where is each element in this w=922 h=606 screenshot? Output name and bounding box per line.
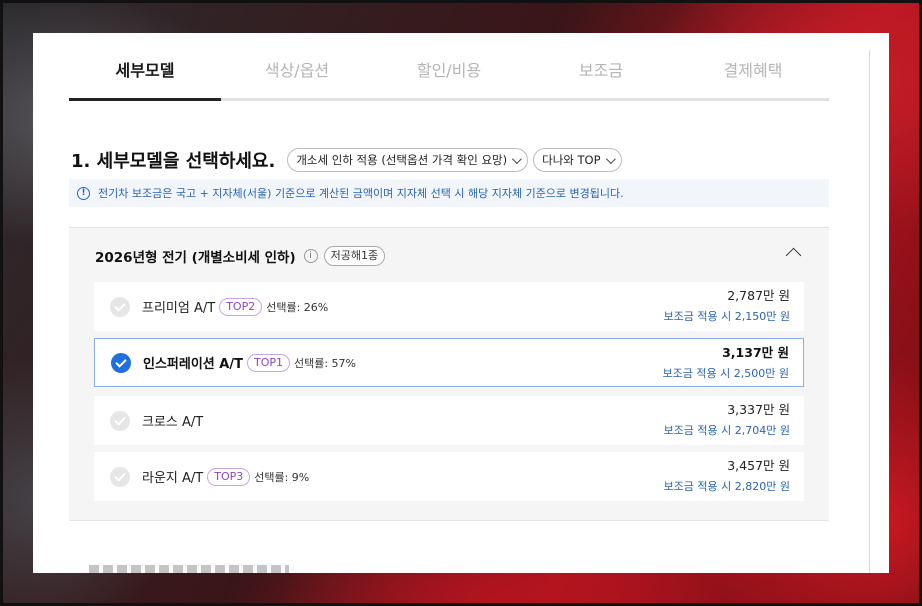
emission-tag: 저공해1종 [323, 246, 386, 266]
tax-filter-dropdown[interactable]: 개소세 인하 적용 (선택옵션 가격 확인 요망) [287, 148, 529, 172]
model-price: 2,787만 원 [727, 288, 790, 303]
tab-subsidy[interactable]: 보조금 [525, 53, 677, 98]
sort-dropdown[interactable]: 다나와 TOP [533, 148, 622, 172]
subsidy-price: 보조금 적용 시 2,150만 원 [663, 310, 790, 323]
model-price: 3,337만 원 [727, 402, 790, 417]
group-header: 2026년형 전기 (개별소비세 인하) i 저공해1종 [95, 244, 386, 268]
model-name: 크로스 A/T [142, 415, 204, 430]
step-tabs: 세부모델 색상/옵션 할인/비용 보조금 결제혜택 [69, 53, 829, 101]
rank-badge: TOP3 [207, 467, 251, 486]
model-card-inspiration[interactable]: 인스퍼레이션 A/T TOP1 선택률: 57% 3,137만 원 보조금 적용… [94, 338, 804, 387]
page-title: 1. 세부모델을 선택하세요. [71, 151, 276, 172]
chevron-down-icon [512, 153, 522, 164]
chevron-down-icon [605, 153, 616, 164]
group-title: 2026년형 전기 (개별소비세 인하) [95, 250, 296, 266]
selection-rate: 선택률: 9% [254, 470, 310, 484]
subsidy-price: 보조금 적용 시 2,820만 원 [663, 480, 790, 493]
subsidy-price: 보조금 적용 시 2,704만 원 [663, 424, 790, 437]
selection-rate: 선택률: 26% [266, 300, 329, 314]
tax-filter-label: 개소세 인하 적용 (선택옵션 가격 확인 요망) [296, 153, 508, 167]
model-price: 3,457만 원 [727, 458, 790, 473]
model-name: 프리미엄 A/T [142, 301, 216, 316]
info-icon[interactable]: i [303, 249, 318, 263]
tab-color-option[interactable]: 색상/옵션 [221, 53, 373, 98]
selection-rate: 선택률: 57% [293, 356, 356, 370]
model-card-cross[interactable]: 크로스 A/T 3,337만 원 보조금 적용 시 2,704만 원 [94, 396, 804, 445]
check-circle-icon[interactable] [111, 352, 131, 373]
check-circle-icon[interactable] [110, 410, 130, 431]
rank-badge: TOP1 [246, 353, 290, 372]
model-group: 2026년형 전기 (개별소비세 인하) i 저공해1종 프리미엄 A/T TO… [69, 227, 829, 521]
section-heading: 1. 세부모델을 선택하세요. 개소세 인하 적용 (선택옵션 가격 확인 요망… [71, 147, 627, 173]
tab-discount-cost[interactable]: 할인/비용 [373, 53, 525, 98]
sort-label: 다나와 TOP [542, 153, 601, 167]
model-price: 3,137만 원 [722, 345, 789, 360]
info-icon: ! [77, 186, 90, 200]
model-name: 라운지 A/T [142, 471, 204, 486]
chevron-up-icon[interactable] [785, 247, 802, 264]
side-panel-edge [869, 50, 889, 573]
model-card-premium[interactable]: 프리미엄 A/T TOP2 선택률: 26% 2,787만 원 보조금 적용 시… [94, 282, 804, 331]
price-column: 2,787만 원 보조금 적용 시 2,150만 원 [664, 287, 790, 326]
next-section-heading-cutoff [89, 565, 289, 573]
info-text: 전기차 보조금은 국고 + 지자체(서울) 기준으로 계산된 금액이며 지자체 … [98, 187, 624, 200]
tab-payment-benefit[interactable]: 결제혜택 [677, 53, 829, 98]
subsidy-info-banner: ! 전기차 보조금은 국고 + 지자체(서울) 기준으로 계산된 금액이며 지자… [69, 179, 829, 207]
check-circle-icon[interactable] [110, 296, 130, 317]
check-circle-icon[interactable] [110, 466, 130, 487]
price-column: 3,137만 원 보조금 적용 시 2,500만 원 [663, 344, 789, 383]
price-column: 3,337만 원 보조금 적용 시 2,704만 원 [664, 401, 790, 440]
price-column: 3,457만 원 보조금 적용 시 2,820만 원 [664, 457, 790, 496]
model-card-lounge[interactable]: 라운지 A/T TOP3 선택률: 9% 3,457만 원 보조금 적용 시 2… [94, 452, 804, 501]
rank-badge: TOP2 [219, 297, 263, 316]
subsidy-price: 보조금 적용 시 2,500만 원 [662, 367, 789, 380]
config-panel: 세부모델 색상/옵션 할인/비용 보조금 결제혜택 1. 세부모델을 선택하세요… [33, 33, 889, 573]
tab-detail-model[interactable]: 세부모델 [69, 53, 221, 101]
model-name: 인스퍼레이션 A/T [143, 357, 243, 372]
